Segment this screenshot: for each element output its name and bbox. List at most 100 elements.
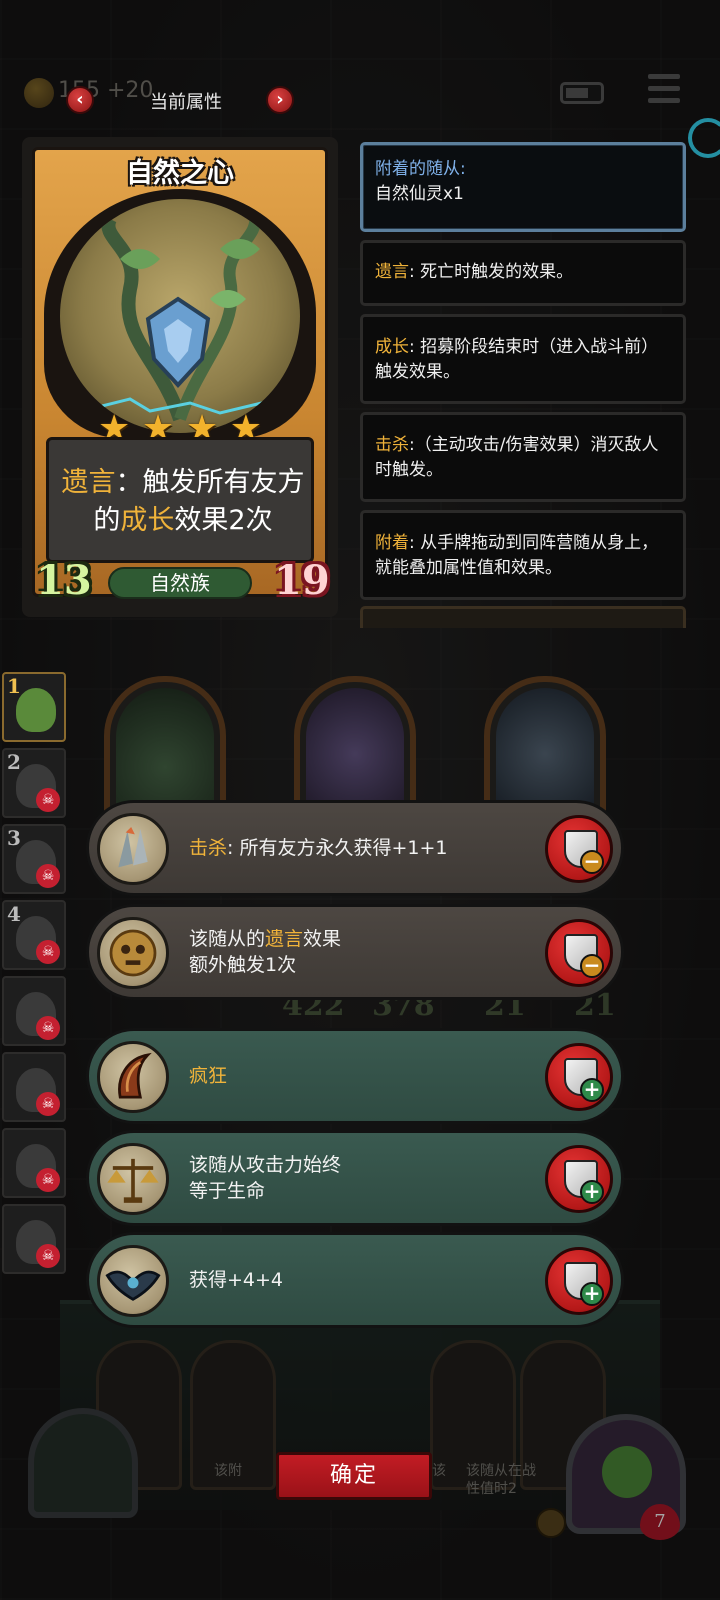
option-text: 疯狂 [189, 1031, 529, 1121]
option-text: 该随从的遗言效果 额外触发1次 [189, 907, 529, 997]
skull-icon: ☠ [36, 1016, 60, 1040]
minion-card: 自然之心 ★ ★ ★ ★ 遗言：触发所有友方的成长效果2次 13 自然族 19 [22, 137, 338, 617]
minus-icon: − [580, 850, 604, 874]
roster-slot-6[interactable]: ☠ [2, 1052, 66, 1122]
add-attribute-button[interactable]: + [545, 1043, 613, 1111]
bat-wing-icon [97, 1245, 169, 1317]
keyword-desc: : 招募阶段结束时（进入战斗前）触发效果。 [375, 337, 659, 382]
remove-attribute-button[interactable]: − [545, 919, 613, 987]
card-attack: 13 [36, 557, 92, 604]
keyword: 击杀 [375, 435, 409, 455]
option-desc: 效果 [303, 928, 342, 950]
roster-number: 2 [7, 750, 21, 774]
card-health: 19 [274, 557, 330, 604]
coin-icon [24, 78, 54, 108]
roster-slot-5[interactable]: ☠ [2, 976, 66, 1046]
option-desc: 疯狂 [189, 1065, 228, 1087]
keyword: 遗言 [265, 928, 304, 950]
card-description: 遗言：触发所有友方的成长效果2次 [59, 464, 307, 540]
skull-icon: ☠ [36, 940, 60, 964]
keyword-info-kill: 击杀:（主动攻击/伤害效果）消灭敌人时触发。 [360, 412, 686, 502]
next-arrow-button[interactable]: › [266, 86, 294, 114]
keyword: 击杀 [189, 837, 228, 859]
ring-icon [688, 118, 720, 158]
option-desc: 该随从攻击力始终 [189, 1154, 342, 1176]
keyword-desc: :（主动攻击/伤害效果）消灭敌人时触发。 [375, 435, 659, 480]
attached-label: 附着的随从: [375, 159, 466, 179]
roster-slot-1[interactable]: 1 [2, 672, 66, 742]
attribute-option-kill[interactable]: 击杀: 所有友方永久获得+1+1 − [86, 800, 624, 896]
attached-minion-box: 附着的随从: 自然仙灵x1 [360, 142, 686, 232]
hand-card-text-line: 该随从在战 [466, 1463, 536, 1479]
info-scroll-stub [360, 606, 686, 628]
confirm-button[interactable]: 确定 [276, 1452, 432, 1500]
skull-icon: ☠ [36, 788, 60, 812]
horn-icon [97, 1041, 169, 1113]
attribute-option-gain-stats[interactable]: 获得+4+4 + [86, 1232, 624, 1328]
roster-slot-2[interactable]: 2 ☠ [2, 748, 66, 818]
battery-icon [560, 82, 604, 104]
card-tribe: 自然族 [108, 567, 252, 599]
skull-icon: ☠ [36, 1168, 60, 1192]
minus-icon: − [580, 954, 604, 978]
hand-card-text: 该随从在战 性值时2 [466, 1462, 546, 1498]
minion-roster: 1 2 ☠ 3 ☠ 4 ☠ ☠ ☠ ☠ ☠ [2, 672, 68, 1280]
roster-slot-4[interactable]: 4 ☠ [2, 900, 66, 970]
keyword-info-growth: 成长: 招募阶段结束时（进入战斗前）触发效果。 [360, 314, 686, 404]
keyword: 成长 [375, 337, 409, 357]
option-desc: : 所有友方永久获得+1+1 [227, 837, 448, 859]
roster-slot-8[interactable]: ☠ [2, 1204, 66, 1274]
keyword: 附着 [375, 533, 409, 553]
menu-icon[interactable] [648, 74, 680, 108]
hero-face [602, 1446, 652, 1498]
shop-portrait[interactable] [28, 1408, 138, 1518]
plus-icon: + [580, 1282, 604, 1306]
player-health-heart: 7 [640, 1504, 680, 1540]
keyword-deathrattle: 遗言 [61, 467, 116, 498]
card-desc-text: 效果2次 [174, 505, 273, 536]
attached-value: 自然仙灵x1 [375, 184, 464, 204]
skull-coin-icon [97, 917, 169, 989]
add-attribute-button[interactable]: + [545, 1145, 613, 1213]
attribute-option-madness[interactable]: 疯狂 + [86, 1028, 624, 1124]
card-name: 自然之心 [126, 158, 234, 189]
keyword-desc: : 死亡时触发的效果。 [409, 262, 574, 282]
option-desc: 该随从的 [189, 928, 266, 950]
card-text-box: 遗言：触发所有友方的成长效果2次 [46, 437, 314, 563]
attribute-option-deathrattle[interactable]: 该随从的遗言效果 额外触发1次 − [86, 904, 624, 1000]
page-title: 当前属性 [150, 92, 222, 113]
keyword-info-attach: 附着: 从手牌拖动到同阵营随从身上，就能叠加属性值和效果。 [360, 510, 686, 600]
skull-icon: ☠ [36, 864, 60, 888]
roster-slot-7[interactable]: ☠ [2, 1128, 66, 1198]
minion-avatar [16, 688, 56, 732]
keyword-info-deathrattle: 遗言: 死亡时触发的效果。 [360, 240, 686, 306]
keyword-desc: : 从手牌拖动到同阵营随从身上，就能叠加属性值和效果。 [375, 533, 659, 578]
roster-number: 4 [7, 902, 21, 926]
option-desc-line2: 额外触发1次 [189, 954, 297, 976]
keyword-growth: 成长 [120, 505, 175, 536]
keyword: 遗言 [375, 262, 409, 282]
add-attribute-button[interactable]: + [545, 1247, 613, 1315]
option-text: 获得+4+4 [189, 1235, 529, 1325]
plus-icon: + [580, 1180, 604, 1204]
roster-number: 3 [7, 826, 21, 850]
hand-card-text: 该 [432, 1463, 446, 1479]
option-desc: 获得+4+4 [189, 1269, 284, 1291]
hand-card-text-line: 性值时2 [466, 1481, 517, 1497]
plus-icon: + [580, 1078, 604, 1102]
prev-arrow-button[interactable]: ‹ [66, 86, 94, 114]
attribute-option-attack-equals-health[interactable]: 该随从攻击力始终 等于生命 + [86, 1130, 624, 1226]
skull-icon: ☠ [36, 1092, 60, 1116]
option-text: 击杀: 所有友方永久获得+1+1 [189, 803, 529, 893]
scales-icon [97, 1143, 169, 1215]
roster-slot-3[interactable]: 3 ☠ [2, 824, 66, 894]
attribute-title-bar: ‹ 当前属性 › [66, 86, 302, 116]
skull-icon: ☠ [36, 1244, 60, 1268]
hand-card-text: 该附 [214, 1463, 242, 1479]
option-text: 该随从攻击力始终 等于生命 [189, 1133, 529, 1223]
remove-attribute-button[interactable]: − [545, 815, 613, 883]
roster-number: 1 [7, 674, 21, 698]
option-desc-line2: 等于生命 [189, 1180, 266, 1202]
gold-icon [536, 1508, 566, 1538]
feather-blades-icon [97, 813, 169, 885]
